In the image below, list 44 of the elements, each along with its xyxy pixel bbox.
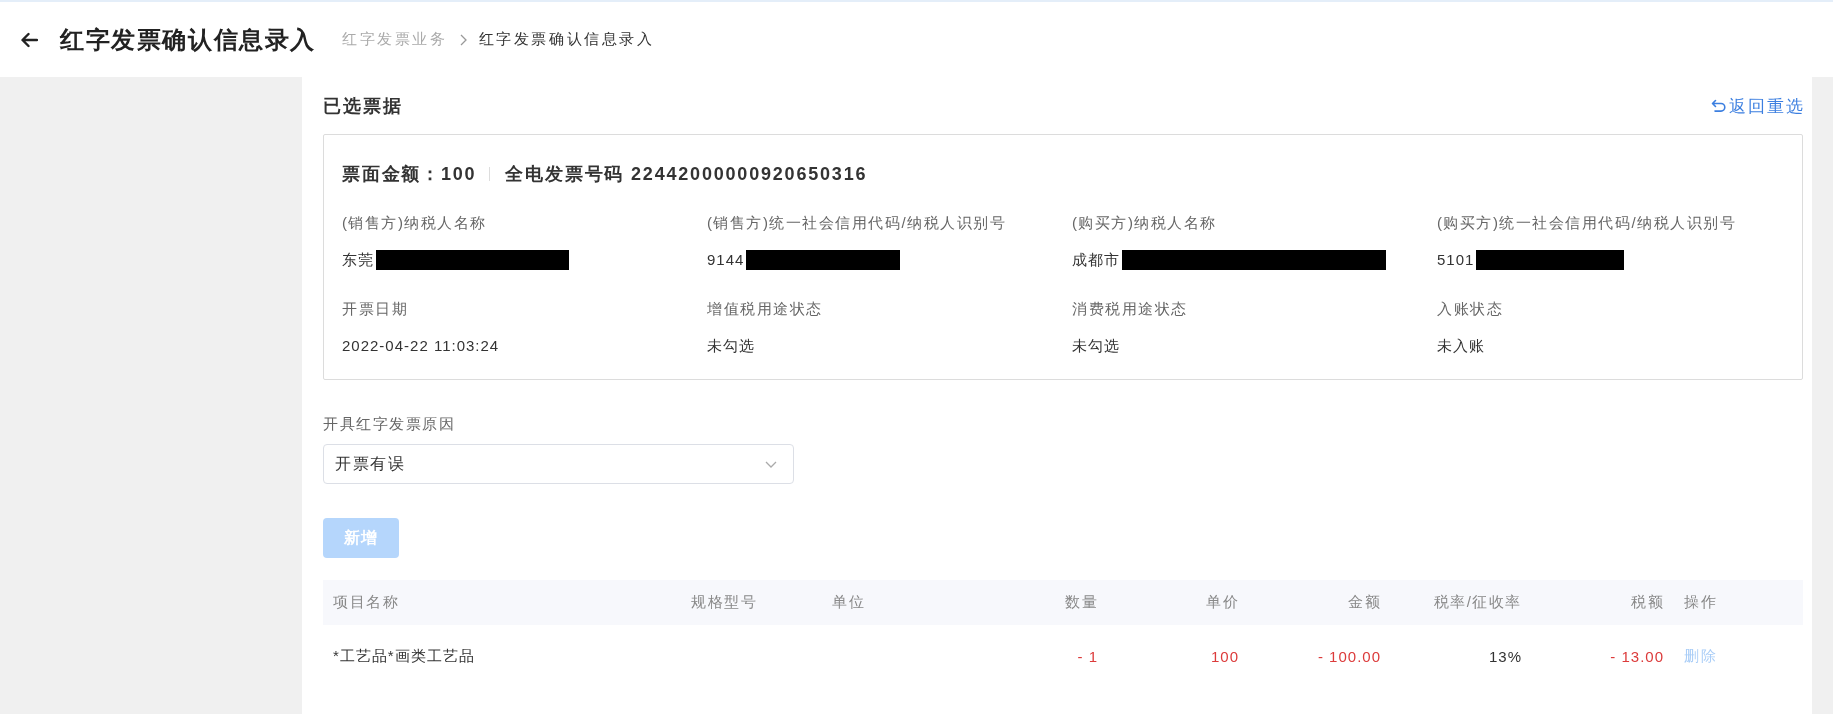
breadcrumb-link[interactable]: 红字发票业务: [342, 30, 448, 49]
section-title: 已选票据: [323, 95, 403, 118]
field-value: 未勾选: [1072, 336, 1120, 356]
column-header: 操作: [1684, 593, 1717, 612]
column-header: 数量: [1065, 593, 1098, 612]
field-value: 东莞: [342, 250, 374, 270]
invoice-number: 全电发票号码 22442000000920650316: [505, 163, 868, 186]
field-value: 未勾选: [707, 336, 755, 356]
field-label: 消费税用途状态: [1072, 299, 1188, 319]
column-header: 规格型号: [691, 593, 757, 612]
field-value: 未入账: [1437, 336, 1485, 356]
field-value: 9144: [707, 250, 745, 270]
breadcrumb-current: 红字发票确认信息录入: [478, 30, 655, 49]
field-label: 增值税用途状态: [707, 299, 823, 319]
field-value: 成都市: [1072, 250, 1120, 270]
column-header: 税额: [1631, 593, 1664, 612]
table-cell: *工艺品*画类工艺品: [333, 646, 475, 666]
column-header: 单价: [1206, 593, 1239, 612]
column-header: 税率/征收率: [1433, 593, 1522, 612]
field-label: 入账状态: [1437, 299, 1503, 319]
undo-arrow-icon: [1711, 99, 1726, 113]
table-cell: - 100.00: [1317, 647, 1381, 665]
field-label: (购买方)统一社会信用代码/纳税人识别号: [1437, 213, 1737, 233]
field-label: 开具红字发票原因: [323, 414, 455, 434]
table-cell: - 1: [1077, 647, 1098, 665]
field-label: 开票日期: [342, 299, 408, 319]
invoice-amount: 票面金额：100: [342, 163, 477, 186]
table-cell: - 13.00: [1610, 647, 1664, 665]
chevron-right-icon: [459, 33, 467, 46]
field-label: (购买方)纳税人名称: [1072, 213, 1217, 233]
column-header: 金额: [1348, 593, 1381, 612]
column-header: 单位: [832, 593, 865, 612]
field-value: 5101: [1437, 250, 1475, 270]
chevron-down-icon: [765, 460, 777, 468]
page-title: 红字发票确认信息录入: [60, 24, 316, 55]
table-cell: 13%: [1488, 647, 1522, 665]
back-arrow-icon[interactable]: [20, 31, 38, 48]
column-header: 项目名称: [333, 593, 399, 612]
table-cell: 100: [1210, 647, 1239, 665]
field-label: (销售方)统一社会信用代码/纳税人识别号: [707, 213, 1007, 233]
reason-select[interactable]: 开票有误: [323, 444, 794, 484]
field-label: (销售方)纳税人名称: [342, 213, 487, 233]
field-value: 2022-04-22 11:03:24: [342, 336, 500, 356]
reselect-link[interactable]: 返回重选: [1711, 94, 1805, 118]
